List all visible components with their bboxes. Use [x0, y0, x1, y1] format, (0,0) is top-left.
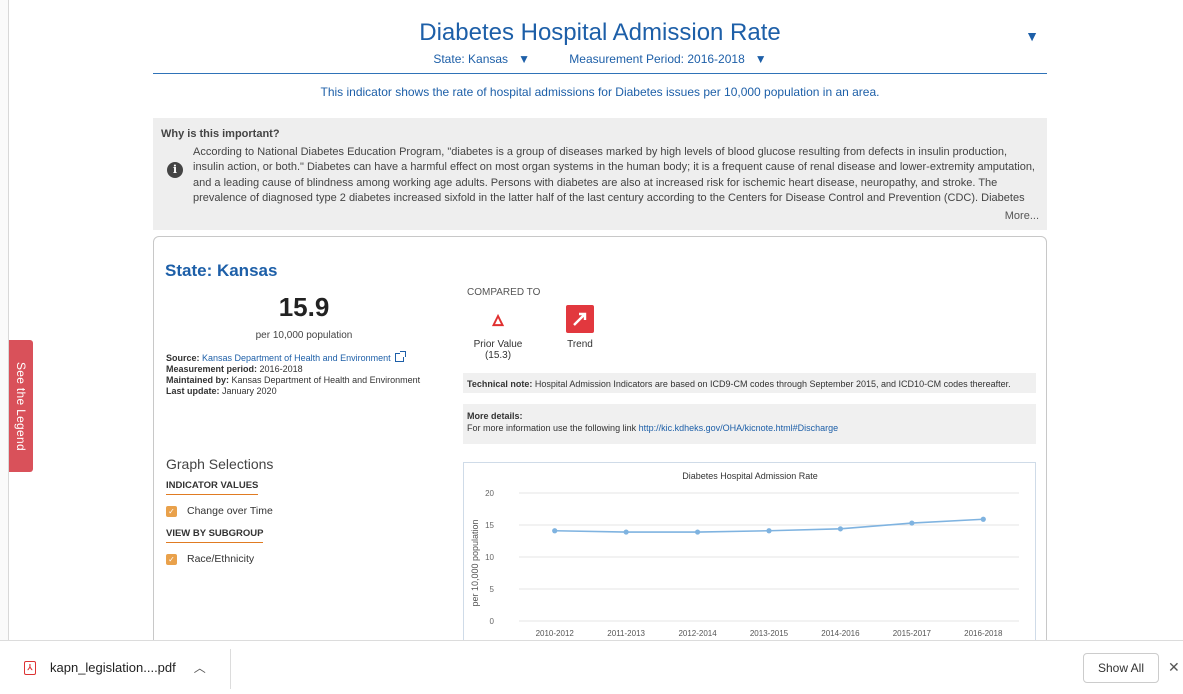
- x-tick-label: 2014-2016: [821, 629, 860, 638]
- indicator-header: Diabetes Hospital Admission Rate ▼ State…: [153, 18, 1047, 74]
- close-icon[interactable]: ✕: [1168, 659, 1180, 676]
- download-bar: ⅄ kapn_legislation....pdf ︿ Show All ✕: [0, 640, 1183, 694]
- show-all-button[interactable]: Show All: [1083, 653, 1159, 683]
- indicator-card: State: Kansas 15.9 per 10,000 population…: [153, 236, 1047, 662]
- title-dropdown-caret-icon[interactable]: ▼: [1025, 28, 1039, 44]
- checkmark-icon: ✓: [166, 505, 177, 517]
- trend-label: Trend: [567, 339, 593, 350]
- chevron-down-icon: ▼: [754, 52, 767, 66]
- line-chart: Diabetes Hospital Admission Rate per 10,…: [463, 462, 1036, 662]
- last-update-value: January 2020: [222, 386, 277, 396]
- why-important-title: Why is this important?: [161, 128, 280, 140]
- download-file-name: kapn_legislation....pdf: [50, 660, 176, 675]
- race-ethnicity-label: Race/Ethnicity: [187, 553, 255, 565]
- y-tick-label: 15: [485, 521, 494, 530]
- chevron-up-icon[interactable]: ︿: [194, 659, 206, 676]
- technical-note: Technical note: Hospital Admission Indic…: [463, 373, 1036, 393]
- value-unit: per 10,000 population: [255, 330, 353, 341]
- source-label: Source:: [166, 353, 200, 363]
- technical-note-text: Hospital Admission Indicators are based …: [534, 379, 1011, 389]
- why-important-section: Why is this important? i According to Na…: [153, 118, 1047, 230]
- see-the-legend-tab[interactable]: See the Legend: [9, 340, 33, 472]
- change-over-time-checkbox[interactable]: ✓ Change over Time: [166, 505, 273, 517]
- filter-bar: State: Kansas ▼ Measurement Period: 2016-…: [153, 52, 1047, 66]
- source-link[interactable]: Kansas Department of Health and Environm…: [202, 353, 391, 363]
- download-item[interactable]: ⅄ kapn_legislation....pdf ︿: [24, 659, 206, 676]
- maintained-label: Maintained by:: [166, 375, 230, 385]
- race-ethnicity-checkbox[interactable]: ✓ Race/Ethnicity: [166, 553, 254, 565]
- period-filter-dropdown[interactable]: Measurement Period: 2016-2018 ▼: [569, 52, 766, 66]
- y-tick-label: 0: [490, 617, 495, 626]
- data-point: [837, 526, 844, 532]
- trend-up-icon: [566, 305, 594, 333]
- period-filter-label: Measurement Period: 2016-2018: [569, 52, 745, 66]
- left-panel-edge: [0, 0, 9, 640]
- indicator-metadata: Source: Kansas Department of Health and …: [166, 351, 421, 397]
- y-tick-label: 20: [485, 489, 494, 498]
- maintained-value: Kansas Department of Health and Environm…: [231, 375, 421, 385]
- download-divider: [230, 649, 231, 689]
- y-axis-label: per 10,000 population: [470, 519, 480, 606]
- y-tick-label: 10: [485, 553, 494, 562]
- more-details-box: More details: For more information use t…: [463, 404, 1036, 444]
- chart-svg: Diabetes Hospital Admission Rate per 10,…: [470, 471, 1019, 638]
- data-point: [980, 516, 986, 522]
- more-details-link[interactable]: http://kic.kdheks.gov/OHA/kicnote.html#D…: [639, 423, 839, 433]
- x-tick-label: 2015-2017: [893, 629, 932, 638]
- x-tick-label: 2016-2018: [964, 629, 1003, 638]
- x-tick-label: 2011-2013: [607, 629, 645, 638]
- compared-to-label: COMPARED TO: [467, 287, 541, 298]
- external-link-icon[interactable]: [394, 351, 406, 362]
- indicator-description: This indicator shows the rate of hospita…: [320, 85, 880, 99]
- checkmark-icon: ✓: [166, 553, 177, 565]
- more-details-label: More details:: [467, 411, 523, 421]
- page-title: Diabetes Hospital Admission Rate: [419, 19, 781, 46]
- graph-selections-title: Graph Selections: [166, 456, 274, 472]
- prior-value-label: Prior Value: [473, 339, 523, 350]
- data-point: [909, 520, 915, 526]
- trend-comparison[interactable]: Trend: [550, 305, 610, 350]
- pdf-file-icon: ⅄: [24, 660, 36, 675]
- x-tick-label: 2010-2012: [536, 629, 575, 638]
- indicator-value: 15.9: [278, 292, 330, 322]
- period-value: 2016-2018: [259, 364, 303, 374]
- more-details-text: For more information use the following l…: [467, 423, 637, 433]
- view-by-subgroup-heading: VIEW BY SUBGROUP: [166, 528, 264, 543]
- x-tick-label: 2012-2014: [678, 629, 717, 638]
- technical-note-label: Technical note:: [467, 379, 533, 389]
- state-filter-label: State: Kansas: [433, 52, 509, 66]
- prior-value-comparison[interactable]: ▵ Prior Value (15.3): [468, 306, 528, 362]
- state-title: State: Kansas: [165, 261, 278, 280]
- state-filter-dropdown[interactable]: State: Kansas ▼: [433, 52, 530, 66]
- why-important-text: According to National Diabetes Education…: [193, 145, 1035, 205]
- data-point: [766, 528, 772, 534]
- increase-triangle-icon: ▵: [492, 306, 504, 331]
- more-link[interactable]: More...: [1005, 209, 1039, 225]
- info-icon: i: [167, 161, 183, 178]
- data-point: [694, 529, 701, 535]
- y-tick-label: 5: [490, 585, 495, 594]
- prior-value-number: (15.3): [484, 350, 512, 361]
- x-tick-label: 2013-2015: [750, 629, 789, 638]
- chevron-down-icon: ▼: [518, 52, 530, 66]
- change-over-time-label: Change over Time: [187, 505, 273, 517]
- chart-title: Diabetes Hospital Admission Rate: [682, 471, 818, 481]
- period-label: Measurement period:: [166, 364, 258, 374]
- indicator-values-heading: INDICATOR VALUES: [166, 480, 259, 495]
- data-point: [623, 529, 629, 535]
- data-point: [552, 528, 558, 534]
- last-update-label: Last update:: [166, 386, 220, 396]
- legend-tab-label: See the Legend: [14, 361, 28, 451]
